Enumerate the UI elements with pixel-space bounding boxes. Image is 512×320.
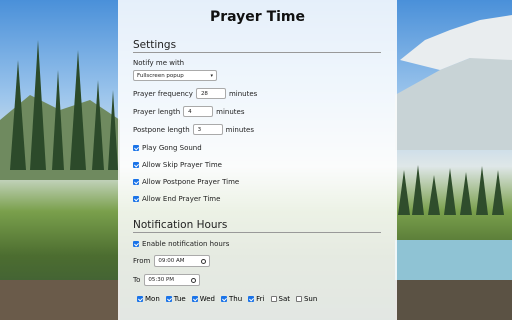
settings-heading: Settings [133,39,381,53]
day-sun[interactable]: Sun [295,295,318,303]
chevron-down-icon: ▾ [210,72,213,79]
length-input[interactable]: 4 [183,106,214,117]
from-time-value: 09:00 AM [158,258,185,264]
clock-icon [191,277,197,283]
notify-select[interactable]: Fullscreen popup ▾ [133,70,217,81]
length-label: Prayer length [133,107,181,116]
enable-hours-label: Enable notification hours [142,240,230,248]
skip-checkbox-row[interactable]: Allow Skip Prayer Time [133,161,382,169]
day-sat-label: Sat [278,295,290,303]
postpone-checkbox-row[interactable]: Allow Postpone Prayer Time [133,178,382,186]
notify-label: Notify me with [133,59,185,67]
day-tue[interactable]: Tue [165,295,186,303]
length-row: Prayer length 4 minutes [133,106,382,117]
frequency-row: Prayer frequency 28 minutes [133,88,382,99]
day-wed[interactable]: Wed [191,295,215,303]
gong-checkbox[interactable] [133,145,139,151]
postpone-label: Postpone length [133,125,190,134]
length-unit: minutes [216,107,245,116]
day-mon[interactable]: Mon [137,295,160,303]
postpone-row: Postpone length 3 minutes [133,124,382,135]
postpone-checkbox-label: Allow Postpone Prayer Time [142,178,240,186]
day-wed-checkbox[interactable] [191,296,198,302]
day-sat[interactable]: Sat [270,295,290,303]
from-time-input[interactable]: 09:00 AM [154,255,211,267]
frequency-unit: minutes [228,89,258,98]
skip-label: Allow Skip Prayer Time [142,161,222,169]
to-label: To [133,276,141,284]
day-wed-label: Wed [199,295,215,303]
day-tue-label: Tue [173,295,186,303]
day-sun-checkbox[interactable] [295,296,302,302]
frequency-label: Prayer frequency [133,89,193,98]
day-fri[interactable]: Fri [248,295,265,303]
postpone-checkbox[interactable] [133,179,139,185]
day-mon-label: Mon [145,295,160,303]
frequency-input[interactable]: 28 [195,88,226,99]
postpone-input[interactable]: 3 [192,124,223,135]
gong-checkbox-row[interactable]: Play Gong Sound [133,144,382,152]
enable-hours-row[interactable]: Enable notification hours [133,240,382,248]
enable-hours-checkbox[interactable] [133,241,139,247]
end-checkbox[interactable] [133,196,139,202]
hours-heading: Notification Hours [133,219,381,233]
from-label: From [133,257,151,265]
day-tue-checkbox[interactable] [165,296,172,302]
day-thu-checkbox[interactable] [221,296,227,302]
settings-panel: Prayer Time Settings Notify me with Full… [118,0,397,320]
page-title: Prayer Time [209,9,305,25]
end-checkbox-row[interactable]: Allow End Prayer Time [133,195,382,203]
end-label: Allow End Prayer Time [142,195,221,203]
to-time-value: 05:30 PM [148,277,175,283]
day-mon-checkbox[interactable] [137,296,143,302]
postpone-unit: minutes [225,125,254,134]
clock-icon [201,258,207,264]
day-fri-checkbox[interactable] [248,296,255,302]
day-thu[interactable]: Thu [221,295,242,303]
weekday-selector: Mon Tue Wed Thu Fri Sat Sun [133,295,382,303]
day-sat-checkbox[interactable] [270,296,277,302]
to-time-input[interactable]: 05:30 PM [144,274,201,286]
day-sun-label: Sun [303,295,318,303]
from-row: From 09:00 AM [133,255,382,267]
to-row: To 05:30 PM [133,274,382,286]
day-fri-label: Fri [256,295,265,303]
notify-select-value: Fullscreen popup [137,72,184,79]
skip-checkbox[interactable] [133,162,139,168]
day-thu-label: Thu [229,295,243,303]
gong-label: Play Gong Sound [142,144,202,152]
